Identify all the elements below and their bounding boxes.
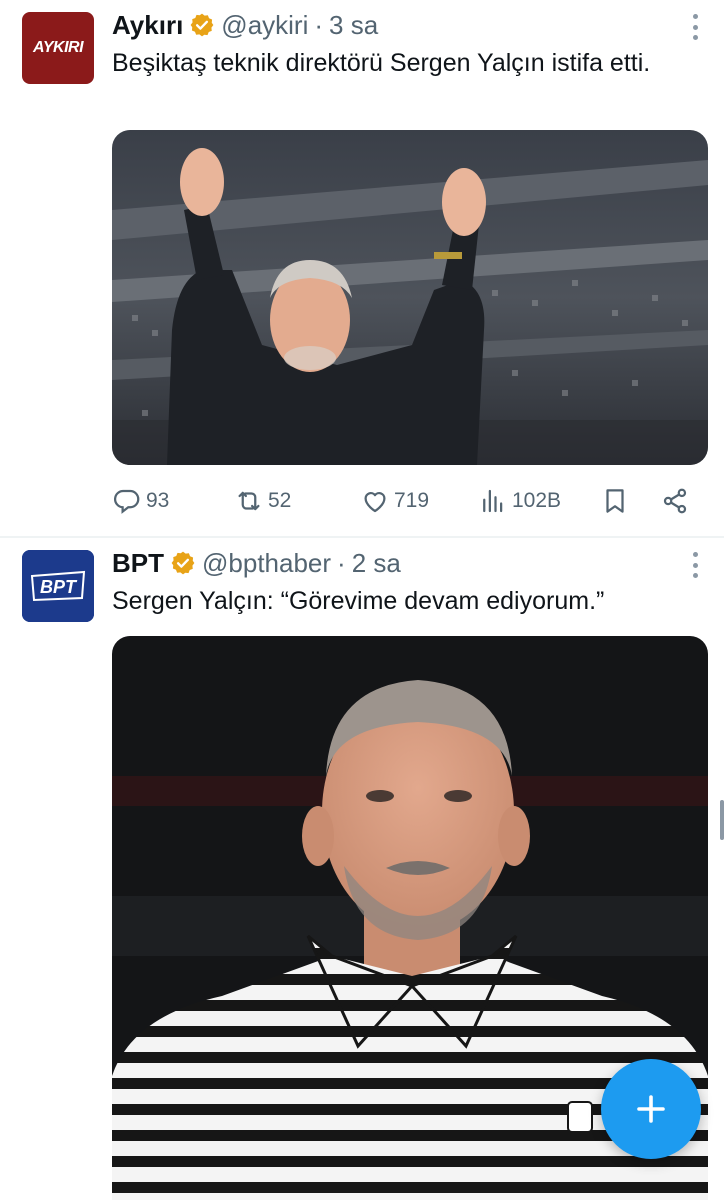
compose-button[interactable]: [601, 1059, 701, 1159]
author-handle[interactable]: @bpthaber: [202, 548, 331, 579]
reply-button[interactable]: 93: [112, 486, 169, 516]
heart-icon: [364, 492, 386, 513]
more-options-icon[interactable]: [690, 552, 700, 578]
photo-stadium-waving-coach: [112, 130, 708, 465]
timestamp[interactable]: 3 sa: [329, 10, 378, 41]
author-handle[interactable]: @aykiri: [221, 10, 308, 41]
avatar[interactable]: BPT: [22, 550, 94, 622]
tweet-text: Beşiktaş teknik direktörü Sergen Yalçın …: [112, 49, 651, 77]
views-icon: [483, 489, 503, 513]
tweet-header: Aykırı @aykiri · 3 sa: [112, 8, 378, 42]
separator-dot: ·: [314, 9, 324, 40]
view-count: 102B: [512, 489, 562, 512]
share-button[interactable]: [660, 486, 690, 516]
author-name[interactable]: Aykırı: [112, 10, 183, 41]
more-options-icon[interactable]: [690, 14, 700, 40]
bookmark-icon: [606, 489, 624, 513]
reply-count: 93: [146, 489, 170, 512]
author-name[interactable]: BPT: [112, 548, 164, 579]
separator-dot: ·: [337, 547, 346, 578]
tweet-actions: 93 52 719 102B: [112, 482, 702, 522]
retweet-button[interactable]: 52: [234, 486, 291, 516]
verified-badge-icon: [171, 551, 195, 575]
like-button[interactable]: 719: [360, 486, 429, 516]
tweet[interactable]: AYKIRI Aykırı @aykiri · 3 sa Beşiktaş te…: [0, 0, 724, 537]
views-button[interactable]: 102B: [478, 486, 561, 516]
bookmark-button[interactable]: [600, 486, 630, 516]
share-icon: [663, 488, 687, 514]
bpt-logo: BPT: [22, 550, 94, 622]
retweet-icon: [238, 491, 260, 511]
timestamp[interactable]: 2 sa: [352, 548, 401, 579]
tweet-photo[interactable]: [112, 130, 708, 465]
plus-icon: [637, 1095, 665, 1123]
retweet-count: 52: [268, 489, 292, 512]
tweet-header: BPT @bpthaber · 2 sa: [112, 546, 401, 580]
verified-badge-icon: [190, 13, 214, 37]
scrollbar[interactable]: [720, 800, 724, 840]
avatar-logo-text: AYKIRI: [32, 39, 84, 56]
avatar-logo-text: BPT: [40, 577, 78, 597]
avatar[interactable]: AYKIRI: [22, 12, 94, 84]
reply-icon: [113, 489, 140, 514]
tweet-text: Sergen Yalçın: “Görevime devam ediyorum.…: [112, 587, 605, 615]
like-count: 719: [394, 489, 430, 512]
